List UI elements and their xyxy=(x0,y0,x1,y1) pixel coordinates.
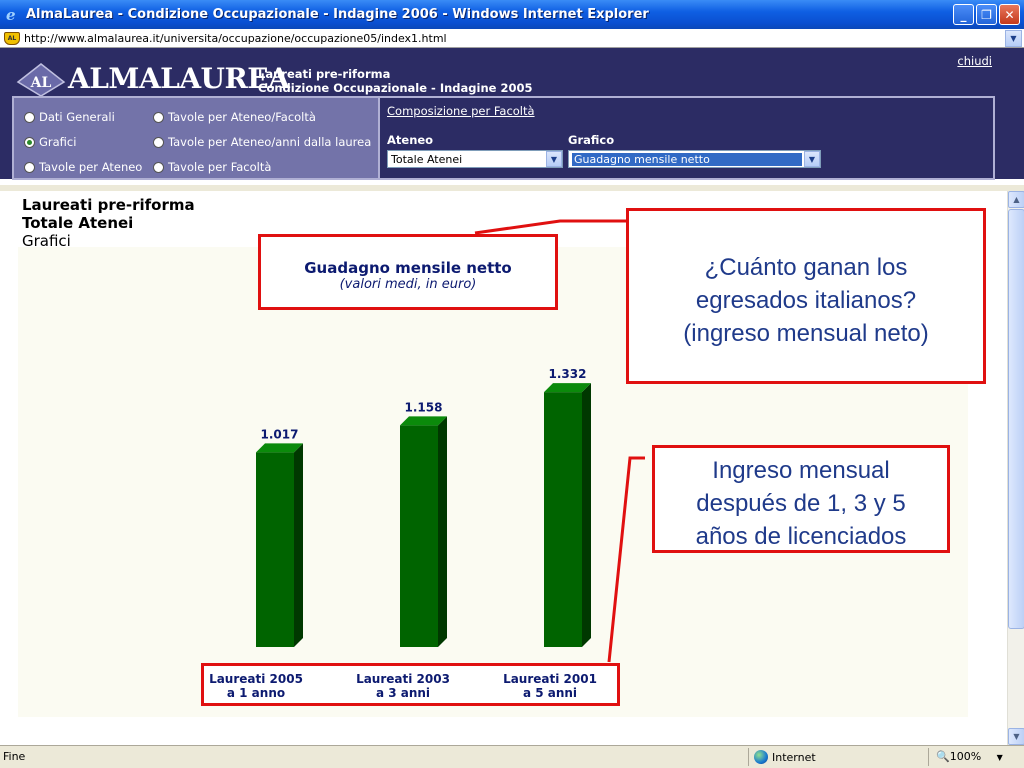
callout-explanation: Ingreso mensual después de 1, 3 y 5 años… xyxy=(652,445,950,553)
heading-atenei: Totale Atenei xyxy=(22,214,134,232)
radio-label: Tavole per Ateneo/anni dalla laurea xyxy=(168,135,372,149)
chart-title: Guadagno mensile netto xyxy=(304,259,512,277)
x-axis-labels-box: Laureati 2005 a 1 anno Laureati 2003 a 3… xyxy=(201,663,620,706)
x-tick-label-line: Laureati 2001 xyxy=(503,672,597,686)
page-heading: Laureati pre-riforma Totale Atenei Grafi… xyxy=(22,196,195,250)
status-divider xyxy=(928,748,929,766)
x-tick-label-line: Laureati 2005 xyxy=(209,672,303,686)
header-line-2: Condizione Occupazionale - Indagine 2005 xyxy=(258,81,533,95)
logo-wordmark: ALMALAUREA xyxy=(68,62,290,95)
x-tick-label-line: a 3 anni xyxy=(375,686,431,700)
radio-button-selected-icon[interactable] xyxy=(24,136,35,148)
ateneo-label: Ateneo xyxy=(387,133,434,147)
scroll-up-icon[interactable]: ▲ xyxy=(1008,191,1024,208)
radio-tavole-ateneo-facolta[interactable]: Tavole per Ateneo/Facoltà xyxy=(153,110,316,124)
view-options-panel: Dati Generali Grafici Tavole per Ateneo … xyxy=(14,98,380,178)
site-header: AL ALMALAUREA Laureati pre-riforma Condi… xyxy=(0,48,1024,185)
x-tick-label-2: Laureati 2003 a 3 anni xyxy=(343,672,463,700)
radio-dati-generali[interactable]: Dati Generali xyxy=(24,110,115,124)
logo-emblem-text: AL xyxy=(30,75,52,91)
radio-button-icon[interactable] xyxy=(153,136,164,148)
radio-button-icon[interactable] xyxy=(153,111,164,123)
radio-label: Tavole per Ateneo/Facoltà xyxy=(168,110,316,124)
x-tick-label-line: a 5 anni xyxy=(522,686,578,700)
x-tick-label-line: a 1 anno xyxy=(226,686,286,700)
scroll-down-icon[interactable]: ▼ xyxy=(1008,728,1024,745)
x-tick-label-3: Laureati 2001 a 5 anni xyxy=(490,672,610,700)
minimize-button[interactable]: _ xyxy=(953,4,974,25)
chart-subtitle: (valori medi, in euro) xyxy=(339,277,477,292)
address-bar[interactable]: AL http://www.almalaurea.it/universita/o… xyxy=(0,29,1024,48)
grafico-select[interactable]: Guadagno mensile netto ▼ xyxy=(568,150,821,168)
callout-explanation-line: Ingreso mensual xyxy=(712,457,890,484)
zoom-magnifier-icon: 🔍 xyxy=(936,750,950,763)
header-line-1: Laureati pre-riforma xyxy=(258,67,391,81)
callout-question-line: (ingreso mensual neto) xyxy=(683,320,929,347)
zoom-level: 100% xyxy=(949,750,982,763)
close-button[interactable]: ✕ xyxy=(999,4,1020,25)
callout-explanation-line: después de 1, 3 y 5 xyxy=(696,490,906,517)
scrollbar-thumb[interactable] xyxy=(1008,209,1024,629)
radio-grafici[interactable]: Grafici xyxy=(24,135,76,149)
radio-button-icon[interactable] xyxy=(153,161,164,173)
radio-button-icon[interactable] xyxy=(24,161,35,173)
favicon-icon: AL xyxy=(4,31,20,45)
callout-question: ¿Cuánto ganan los egresados italianos? (… xyxy=(626,208,986,384)
status-bar: Fine Internet 🔍100% ▼ xyxy=(0,745,1024,768)
radio-button-icon[interactable] xyxy=(24,111,35,123)
globe-icon xyxy=(754,750,768,764)
security-zone: Internet xyxy=(754,750,816,764)
ateneo-select[interactable]: Totale Atenei ▼ xyxy=(387,150,563,168)
window-title: AlmaLaurea - Condizione Occupazionale - … xyxy=(26,7,649,22)
vertical-scrollbar[interactable]: ▲ ▼ xyxy=(1007,191,1024,745)
callout-question-line: ¿Cuánto ganan los xyxy=(704,254,908,281)
close-link[interactable]: chiudi xyxy=(957,54,992,68)
composition-link[interactable]: Composizione per Facoltà xyxy=(387,104,535,118)
ateneo-select-value: Totale Atenei xyxy=(391,152,463,166)
zoom-control[interactable]: 🔍100% ▼ xyxy=(936,750,1003,763)
zoom-dropdown-icon[interactable]: ▼ xyxy=(997,753,1003,762)
status-divider xyxy=(748,748,749,766)
almalaurea-logo-icon: AL xyxy=(16,63,66,97)
radio-label: Grafici xyxy=(39,135,77,149)
chevron-down-icon[interactable]: ▼ xyxy=(804,151,820,167)
status-text: Fine xyxy=(3,750,26,763)
radio-tavole-ateneo-anni[interactable]: Tavole per Ateneo/anni dalla laurea xyxy=(153,135,371,149)
window-title-bar: e AlmaLaurea - Condizione Occupazionale … xyxy=(0,0,1024,29)
x-tick-label-1: Laureati 2005 a 1 anno xyxy=(196,672,316,700)
radio-label: Dati Generali xyxy=(39,110,115,124)
radio-tavole-per-ateneo[interactable]: Tavole per Ateneo xyxy=(24,160,142,174)
address-dropdown-button[interactable]: ▼ xyxy=(1005,29,1022,47)
callout-explanation-line: años de licenciados xyxy=(695,523,907,550)
navigation-panel: Dati Generali Grafici Tavole per Ateneo … xyxy=(12,96,995,180)
zone-label: Internet xyxy=(772,751,816,764)
radio-label: Tavole per Facoltà xyxy=(168,160,272,174)
grafico-label: Grafico xyxy=(568,133,615,147)
header-subtitle: Laureati pre-riforma Condizione Occupazi… xyxy=(258,67,532,95)
x-tick-label-line: Laureati 2003 xyxy=(356,672,450,686)
maximize-button[interactable]: ❐ xyxy=(976,4,997,25)
callout-question-line: egresados italianos? xyxy=(695,287,917,314)
chevron-down-icon[interactable]: ▼ xyxy=(546,151,562,167)
grafico-select-value: Guadagno mensile netto xyxy=(572,152,802,166)
heading-laureati: Laureati pre-riforma xyxy=(22,196,195,214)
chart-title-box: Guadagno mensile netto (valori medi, in … xyxy=(258,234,558,310)
radio-label: Tavole per Ateneo xyxy=(39,160,143,174)
address-url[interactable]: http://www.almalaurea.it/universita/occu… xyxy=(24,32,1005,45)
radio-tavole-per-facolta[interactable]: Tavole per Facoltà xyxy=(153,160,271,174)
internet-explorer-icon: e xyxy=(6,5,16,24)
